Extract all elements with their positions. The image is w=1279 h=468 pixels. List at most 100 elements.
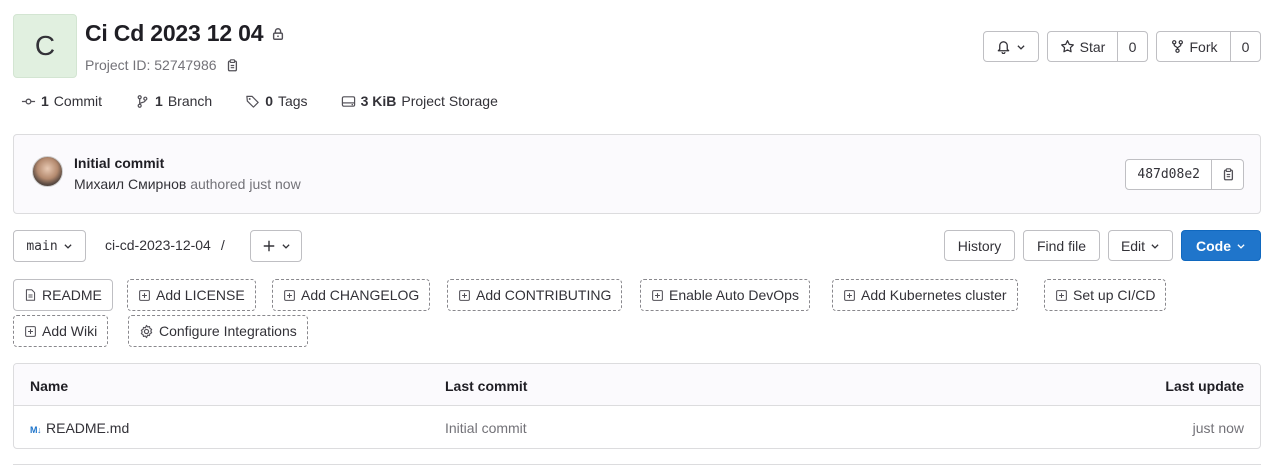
copy-icon bbox=[1221, 167, 1235, 182]
stat-label: Tags bbox=[277, 93, 308, 109]
plus-square-icon bbox=[1055, 289, 1068, 302]
table-header: Name Last commit Last update bbox=[14, 364, 1260, 406]
tag-icon bbox=[245, 94, 260, 109]
code-button[interactable]: Code bbox=[1181, 230, 1261, 261]
breadcrumb-separator: / bbox=[220, 237, 225, 253]
breadcrumb: ci-cd-2023-12-04 / bbox=[105, 237, 225, 253]
add-license-button[interactable]: Add LICENSE bbox=[127, 279, 256, 311]
commit-title[interactable]: Initial commit bbox=[74, 155, 164, 171]
plus-square-icon bbox=[458, 289, 471, 302]
project-avatar-letter: C bbox=[34, 30, 56, 61]
project-id: Project ID: 52747986 bbox=[85, 57, 217, 73]
file-name[interactable]: README.md bbox=[46, 420, 129, 436]
stat-count: 0 bbox=[265, 93, 273, 109]
stat-storage[interactable]: 3 KiB Project Storage bbox=[341, 93, 498, 109]
branch-selector[interactable]: main bbox=[13, 230, 86, 262]
fork-icon bbox=[1170, 39, 1185, 54]
star-count[interactable]: 0 bbox=[1117, 31, 1148, 62]
file-last-commit[interactable]: Initial commit bbox=[445, 420, 527, 436]
column-header-last-commit: Last commit bbox=[445, 378, 528, 394]
bell-icon bbox=[996, 39, 1011, 54]
find-file-button[interactable]: Find file bbox=[1023, 230, 1100, 261]
plus-square-icon bbox=[843, 289, 856, 302]
fork-label: Fork bbox=[1189, 38, 1218, 55]
stat-tags[interactable]: 0 Tags bbox=[245, 93, 308, 109]
suggestion-label: Add LICENSE bbox=[156, 287, 245, 303]
star-icon bbox=[1060, 39, 1075, 54]
configure-integrations-button[interactable]: Configure Integrations bbox=[128, 315, 308, 347]
plus-square-icon bbox=[651, 289, 664, 302]
commit-author[interactable]: Михаил Смирнов bbox=[74, 176, 186, 192]
branch-name: main bbox=[26, 238, 58, 254]
history-button[interactable]: History bbox=[944, 230, 1015, 261]
project-id-row: Project ID: 52747986 bbox=[85, 57, 239, 73]
plus-icon bbox=[262, 239, 276, 253]
readme-button[interactable]: README bbox=[13, 279, 113, 311]
column-header-name: Name bbox=[30, 378, 69, 394]
chevron-down-icon bbox=[63, 241, 73, 251]
file-icon bbox=[24, 288, 37, 302]
file-name-cell[interactable]: M↓ README.md bbox=[30, 420, 129, 436]
enable-auto-devops-button[interactable]: Enable Auto DevOps bbox=[640, 279, 810, 311]
suggestion-label: Add Kubernetes cluster bbox=[861, 287, 1007, 303]
file-last-update: just now bbox=[1192, 420, 1244, 436]
add-changelog-button[interactable]: Add CHANGELOG bbox=[272, 279, 431, 311]
add-contributing-button[interactable]: Add CONTRIBUTING bbox=[447, 279, 623, 311]
stat-count: 3 KiB bbox=[360, 93, 397, 109]
suggestion-label: Add CHANGELOG bbox=[301, 287, 420, 303]
chevron-down-icon bbox=[281, 241, 291, 251]
star-group: Star 0 bbox=[1047, 31, 1148, 62]
disk-icon bbox=[341, 94, 356, 109]
suggestion-label: Set up CI/CD bbox=[1073, 287, 1156, 303]
commit-authored-text: authored just now bbox=[190, 176, 301, 192]
suggestion-label: Configure Integrations bbox=[159, 323, 297, 339]
notifications-button[interactable] bbox=[983, 31, 1039, 62]
plus-square-icon bbox=[283, 289, 296, 302]
star-label: Star bbox=[1079, 38, 1106, 55]
breadcrumb-root[interactable]: ci-cd-2023-12-04 bbox=[105, 237, 211, 253]
stat-label: Branch bbox=[167, 93, 213, 109]
stat-count: 1 bbox=[155, 93, 163, 109]
last-commit-box: Initial commit Михаил Смирнов authored j… bbox=[13, 134, 1261, 214]
repo-actions: History Find file Edit Code bbox=[944, 230, 1261, 261]
branch-icon bbox=[135, 94, 150, 109]
copy-sha-button[interactable] bbox=[1212, 159, 1244, 190]
suggestion-label: README bbox=[42, 287, 102, 303]
plus-square-icon bbox=[24, 325, 37, 338]
divider bbox=[13, 464, 1261, 468]
edit-button[interactable]: Edit bbox=[1108, 230, 1173, 261]
stat-branches[interactable]: 1 Branch bbox=[135, 93, 212, 109]
suggestion-label: Add CONTRIBUTING bbox=[476, 287, 612, 303]
chevron-down-icon bbox=[1150, 241, 1160, 251]
fork-button[interactable]: Fork bbox=[1156, 31, 1231, 62]
project-avatar[interactable]: C bbox=[13, 14, 77, 78]
table-row[interactable]: M↓ README.md Initial commit just now bbox=[14, 406, 1260, 448]
fork-count[interactable]: 0 bbox=[1230, 31, 1261, 62]
avatar[interactable] bbox=[32, 156, 63, 187]
set-up-ci-cd-button[interactable]: Set up CI/CD bbox=[1044, 279, 1167, 311]
commit-sha-group: 487d08e2 bbox=[1125, 159, 1244, 190]
plus-square-icon bbox=[138, 289, 151, 302]
repository-nav: main ci-cd-2023-12-04 / History Find fil… bbox=[13, 230, 1261, 262]
copy-icon[interactable] bbox=[225, 58, 239, 73]
fork-group: Fork 0 bbox=[1156, 31, 1261, 62]
add-kubernetes-cluster-button[interactable]: Add Kubernetes cluster bbox=[832, 279, 1018, 311]
add-wiki-button[interactable]: Add Wiki bbox=[13, 315, 109, 347]
stat-commits[interactable]: 1 Commit bbox=[21, 93, 102, 109]
suggestion-label: Add Wiki bbox=[42, 323, 98, 339]
commit-sha[interactable]: 487d08e2 bbox=[1125, 159, 1212, 190]
add-file-dropdown[interactable] bbox=[250, 230, 302, 262]
commit-icon bbox=[21, 94, 36, 109]
project-title: Ci Cd 2023 12 04 bbox=[85, 20, 264, 46]
lock-icon bbox=[271, 27, 285, 41]
code-label: Code bbox=[1196, 237, 1231, 254]
settings-icon bbox=[139, 324, 154, 339]
stat-label: Project Storage bbox=[401, 93, 498, 109]
stat-label: Commit bbox=[53, 93, 103, 109]
project-stats: 1 Commit 1 Branch 0 Tags 3 KiB Project Stora… bbox=[21, 93, 498, 109]
star-button[interactable]: Star bbox=[1047, 31, 1118, 62]
edit-label: Edit bbox=[1120, 237, 1146, 254]
chevron-down-icon bbox=[1236, 241, 1246, 251]
column-header-last-update: Last update bbox=[1165, 378, 1244, 394]
commit-meta: Михаил Смирнов authored just now bbox=[74, 176, 301, 192]
